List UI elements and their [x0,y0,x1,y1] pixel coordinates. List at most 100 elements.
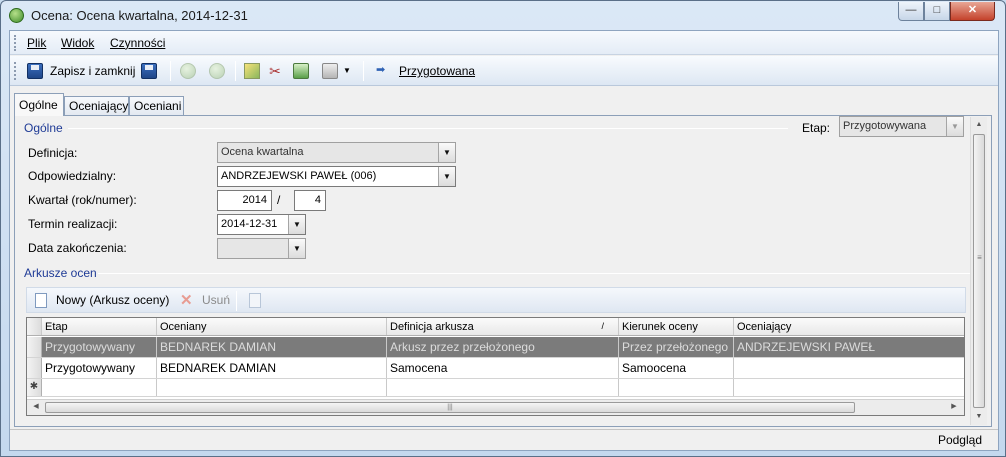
maximize-button[interactable]: □ [924,2,950,21]
chevron-down-icon[interactable]: ▼ [288,239,305,258]
edit-document-icon[interactable] [249,293,261,308]
tab-ogolne[interactable]: Ogólne [14,93,64,116]
status-arrow-icon: ➡ [376,64,386,76]
menu-grip-icon [14,35,17,51]
horizontal-scroll-thumb[interactable]: ||| [45,402,855,413]
vertical-scroll-thumb[interactable]: ≡ [973,134,985,408]
menu-plik[interactable]: Plik [27,36,46,50]
data-zakonczenia-date-picker[interactable]: ▼ [217,238,306,259]
chevron-down-icon[interactable]: ▼ [438,143,455,162]
etap-label: Etap: [802,121,831,135]
table-row[interactable]: Przygotowywany BEDNAREK DAMIAN Arkusz pr… [27,337,964,358]
print-icon[interactable] [322,63,338,79]
app-window: Ocena: Ocena kwartalna, 2014-12-31 — □ ✕… [0,0,1006,457]
tools-icon[interactable]: ✂ [267,63,283,79]
forward-icon[interactable] [209,63,225,79]
cell-kierunek: Samoocena [619,358,734,378]
cell-oceniajacy: ANDRZEJEWSKI PAWEŁ [737,340,876,354]
menu-bar: Plik Widok Czynności [10,31,998,55]
vertical-scrollbar[interactable]: ▲ ≡ ▼ [970,117,987,425]
etap-combo[interactable]: Przygotowywana ▼ [839,116,964,137]
cell-kierunek: Przez przełożonego [619,337,734,357]
section-title-arkusze: Arkusze ocen [24,266,97,280]
minimize-button[interactable]: — [898,2,924,21]
col-header-oceniajacy[interactable]: Oceniający [734,318,964,335]
col-header-etap[interactable]: Etap [42,318,157,335]
new-cell[interactable] [42,379,157,396]
window-title: Ocena: Ocena kwartalna, 2014-12-31 [31,8,248,23]
chevron-down-icon[interactable]: ▼ [946,117,963,136]
title-bar[interactable]: Ocena: Ocena kwartalna, 2014-12-31 — □ ✕ [1,1,1005,29]
cell-oceniajacy [734,358,964,378]
odpowiedzialny-value: ANDRZEJEWSKI PAWEŁ (006) [221,170,377,182]
status-button[interactable]: Przygotowana [399,64,475,78]
new-cell[interactable] [619,379,734,396]
grid-tool-icon[interactable] [244,63,260,79]
header-corner [27,318,42,335]
cell-definicja: Samocena [387,358,619,378]
termin-date-picker[interactable]: 2014-12-31 ▼ [217,214,306,235]
toolbar-separator [236,291,237,311]
grid-header: Etap Oceniany Definicja arkusza / Kierun… [27,318,964,336]
chevron-down-icon[interactable]: ▼ [288,215,305,234]
col-header-definicja[interactable]: Definicja arkusza / [387,318,619,335]
scroll-down-icon[interactable]: ▼ [971,409,987,425]
toolbar-grip-icon [14,62,17,80]
section-title-ogolne: Ogólne [24,121,63,135]
save-close-icon[interactable] [27,63,43,79]
toolbar-separator [363,61,364,81]
kwartal-separator: / [277,193,281,207]
save-icon[interactable] [141,63,157,79]
menu-czynnosci[interactable]: Czynności [110,36,165,50]
col-header-oceniany[interactable]: Oceniany [157,318,387,335]
definicja-label: Definicja: [28,146,78,160]
new-cell[interactable] [157,379,387,396]
tab-oceniajacy[interactable]: Oceniający [64,96,129,115]
toolbar: Zapisz i zamknij ✂ ▼ ➡ Przygotowana [10,56,998,86]
row-indicator [27,337,42,357]
status-bar: Podgląd [10,429,998,450]
odpowiedzialny-combo[interactable]: ANDRZEJEWSKI PAWEŁ (006) ▼ [217,166,456,187]
termin-label: Termin realizacji: [28,217,118,231]
scroll-left-icon[interactable]: ◀ [28,400,44,414]
delete-icon[interactable]: ✕ [180,291,193,309]
preview-button[interactable]: Podgląd [938,433,982,447]
cell-oceniany: BEDNAREK DAMIAN [157,358,387,378]
refresh-icon[interactable] [293,63,309,79]
table-row[interactable]: Przygotowywany BEDNAREK DAMIAN Samocena … [27,358,964,379]
definicja-combo[interactable]: Ocena kwartalna ▼ [217,142,456,163]
new-sheet-button[interactable]: Nowy (Arkusz oceny) [56,293,169,307]
col-header-kierunek[interactable]: Kierunek oceny [619,318,734,335]
new-cell[interactable] [387,379,619,396]
new-row[interactable]: ✱ [27,379,964,397]
horizontal-scrollbar[interactable]: ◀ ||| ▶ [27,399,964,415]
menu-widok[interactable]: Widok [61,36,94,50]
section-divider [98,273,970,274]
new-row-icon: ✱ [27,379,42,396]
toolbar-separator [170,61,171,81]
print-dropdown-icon[interactable]: ▼ [343,63,353,79]
cell-oceniany: BEDNAREK DAMIAN [157,337,387,357]
kwartal-numer-input[interactable]: 4 [294,190,326,211]
odpowiedzialny-label: Odpowiedzialny: [28,169,117,183]
close-button[interactable]: ✕ [950,2,995,21]
chevron-down-icon[interactable]: ▼ [438,167,455,186]
new-document-icon[interactable] [35,293,47,308]
save-close-button[interactable]: Zapisz i zamknij [50,64,135,78]
definicja-value: Ocena kwartalna [221,146,304,158]
scroll-right-icon[interactable]: ▶ [946,400,962,414]
back-icon[interactable] [180,63,196,79]
data-zakonczenia-label: Data zakończenia: [28,241,127,255]
client-area: Plik Widok Czynności Zapisz i zamknij ✂ … [9,30,999,451]
cell-etap: Przygotowywany [42,337,157,357]
tab-oceniani[interactable]: Oceniani [129,96,184,115]
termin-value: 2014-12-31 [221,218,278,230]
cell-etap: Przygotowywany [42,358,157,378]
delete-sheet-button[interactable]: Usuń [202,293,230,307]
new-cell[interactable] [734,379,964,396]
sheets-grid[interactable]: Etap Oceniany Definicja arkusza / Kierun… [26,317,965,416]
sort-icon: / [601,321,604,331]
etap-value: Przygotowywana [843,120,927,132]
scroll-up-icon[interactable]: ▲ [971,117,987,133]
kwartal-rok-input[interactable]: 2014 [217,190,272,211]
